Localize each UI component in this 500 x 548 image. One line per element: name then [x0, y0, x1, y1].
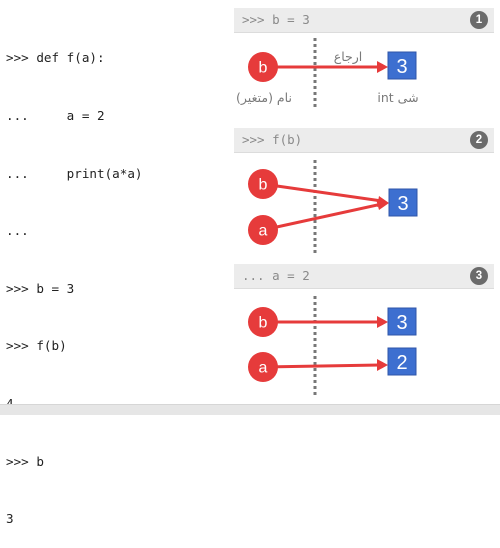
variable-b: b	[248, 169, 278, 199]
variable-a: a	[248, 352, 278, 382]
object-caption: شی int	[377, 90, 418, 105]
diagram-3: b a 3 2	[248, 296, 417, 396]
arrowhead	[377, 316, 388, 328]
variable-b: b	[248, 52, 278, 82]
object-value: 2	[396, 352, 407, 374]
object-int-3: 3	[387, 307, 417, 336]
reference-arrow	[262, 182, 383, 203]
variable-label: b	[259, 60, 268, 77]
object-value: 3	[396, 56, 407, 78]
object-int-3: 3	[388, 188, 418, 217]
panel-3: ... a = 2 3 b a 3 2	[234, 264, 494, 402]
diagram-2: b a 3	[248, 160, 418, 256]
variable-label: a	[259, 360, 268, 377]
variable-label: b	[259, 177, 268, 194]
reference-caption: ارجاع	[334, 49, 363, 65]
code-line: >>> b	[6, 453, 44, 469]
diagram-1: b 3 ارجاع نام (متغیر) شی int	[236, 38, 419, 108]
code-line: ...	[6, 223, 29, 239]
arrowhead	[377, 61, 388, 73]
object-int-2: 2	[387, 347, 417, 376]
code-line: >>> def f(a):	[6, 50, 105, 66]
reference-arrow	[262, 202, 383, 232]
reference-arrow	[262, 363, 381, 369]
bottom-bar	[0, 404, 500, 415]
panel-1: >>> b = 3 1 b 3 ارجاع نام (متغیر) شی int	[234, 8, 494, 120]
code-line: 3	[6, 511, 14, 527]
python-session: >>> def f(a): ... a = 2 ... print(a*a) .…	[6, 10, 142, 548]
object-value: 3	[396, 312, 407, 334]
code-line: ... a = 2	[6, 108, 105, 123]
code-line: >>> b = 3	[6, 280, 75, 296]
variable-label: b	[259, 315, 268, 332]
variable-label: a	[259, 223, 268, 240]
variable-b: b	[248, 307, 278, 337]
arrowhead	[377, 359, 388, 371]
object-int-3: 3	[387, 51, 417, 80]
panel-2: >>> f(b) 2 b a 3	[234, 128, 494, 260]
code-line: ... print(a*a)	[6, 165, 143, 181]
object-value: 3	[397, 193, 408, 215]
variable-caption: نام (متغیر)	[236, 90, 292, 106]
code-line: >>> f(b)	[6, 338, 67, 354]
variable-a: a	[248, 215, 278, 245]
